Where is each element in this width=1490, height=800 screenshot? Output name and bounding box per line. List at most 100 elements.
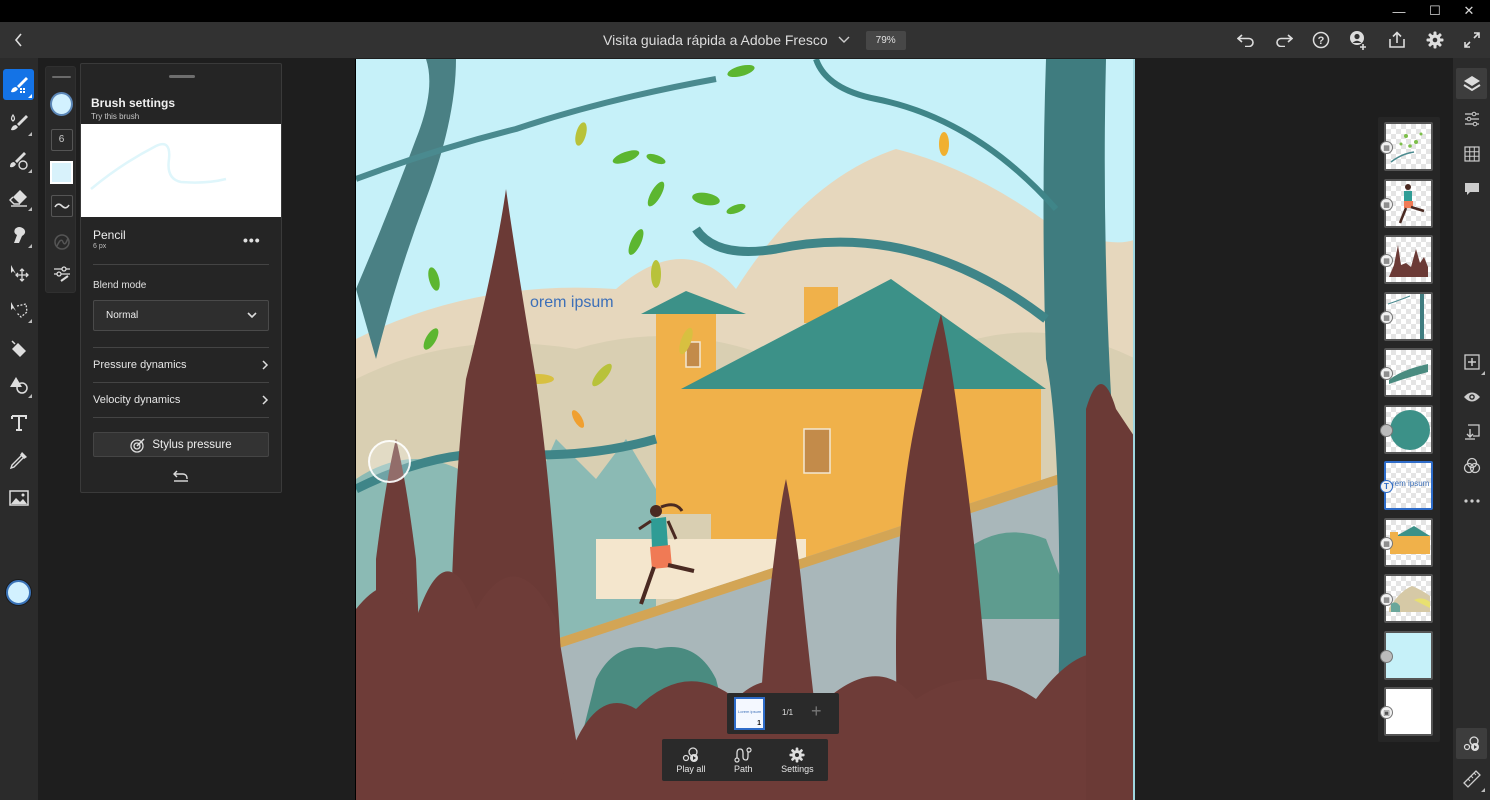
chevron-down-icon[interactable] [838, 36, 850, 44]
smudge-icon [13, 226, 25, 243]
brush-preview-button[interactable] [50, 161, 73, 184]
comments-button[interactable] [1456, 173, 1487, 204]
motion-toolbar: Play all Path Settings [662, 739, 828, 781]
comment-icon [1464, 182, 1479, 195]
brush-color-button[interactable] [50, 91, 73, 116]
brush-size-label: 6 px [93, 243, 107, 250]
layer-visibility-button[interactable] [1456, 381, 1487, 412]
blend-circles-icon [1463, 457, 1480, 473]
tool-pixel-brush[interactable] [3, 69, 34, 100]
panel-drag-handle[interactable] [169, 75, 195, 78]
add-frame-button[interactable]: + [811, 701, 822, 722]
wave-stroke-icon [53, 202, 70, 209]
brush-try-area[interactable] [81, 124, 281, 217]
text-layer-thumb: rem ipsum [1392, 479, 1430, 488]
submenu-indicator [1481, 371, 1485, 375]
motion-settings-button[interactable]: Settings [781, 746, 814, 774]
brush-smoothing-button[interactable] [50, 230, 73, 253]
color-picker-swatch[interactable] [6, 580, 31, 605]
ruler-icon [1462, 769, 1481, 788]
stylus-pressure-label: Stylus pressure [152, 438, 232, 451]
minimize-button[interactable]: — [1382, 0, 1416, 22]
layers-button[interactable] [1456, 68, 1487, 99]
layer-type-badge: ▦ [1380, 311, 1393, 324]
tool-type[interactable] [3, 407, 34, 438]
frame-thumb-text: Lorem ipsum [738, 709, 762, 714]
tool-vector-brush[interactable] [3, 144, 34, 175]
reset-brush-button[interactable] [172, 469, 190, 483]
tool-smudge[interactable] [3, 219, 34, 250]
stylus-pressure-button[interactable]: Stylus pressure [93, 432, 269, 457]
blend-mode-select[interactable]: Normal [93, 300, 269, 331]
merge-down-button[interactable] [1456, 416, 1487, 447]
fullscreen-button[interactable] [1460, 28, 1484, 52]
zoom-level[interactable]: 79% [865, 30, 906, 50]
grid-button[interactable] [1456, 138, 1487, 169]
brush-stroke-button[interactable] [50, 194, 73, 217]
eye-icon [1463, 392, 1480, 401]
tool-selection[interactable] [3, 294, 34, 325]
add-layer-icon [1463, 353, 1480, 370]
submenu-indicator [28, 169, 32, 173]
back-button[interactable] [8, 28, 30, 52]
tool-live-brush[interactable] [3, 107, 34, 138]
undo-button[interactable] [1234, 28, 1258, 52]
motion-button[interactable] [1456, 728, 1487, 759]
path-button[interactable]: Path [734, 746, 752, 774]
maximize-icon: ☐ [1429, 3, 1441, 18]
blend-mode-button[interactable] [1456, 450, 1487, 481]
velocity-dynamics-row[interactable]: Velocity dynamics [93, 388, 269, 412]
velocity-dynamics-label: Velocity dynamics [93, 394, 181, 406]
maximize-button[interactable]: ☐ [1418, 0, 1452, 22]
brush-settings-button[interactable] [50, 262, 73, 285]
house-window [803, 428, 831, 474]
document-title[interactable]: Visita guiada rápida a Adobe Fresco [603, 32, 828, 48]
close-button[interactable]: ✕ [1452, 0, 1486, 22]
minimize-icon: — [1392, 3, 1406, 19]
share-button[interactable] [1385, 28, 1409, 52]
panel-title: Brush settings [91, 96, 176, 110]
layer-properties-button[interactable] [1456, 103, 1487, 134]
settings-button[interactable] [1423, 28, 1447, 52]
artwork [356, 59, 1133, 800]
tool-shapes[interactable] [3, 369, 34, 400]
more-options-button[interactable] [1456, 485, 1487, 516]
svg-text:?: ? [1318, 35, 1325, 47]
pressure-dynamics-row[interactable]: Pressure dynamics [93, 353, 269, 377]
pressure-dynamics-label: Pressure dynamics [93, 359, 187, 371]
tool-eraser[interactable] [3, 182, 34, 213]
transform-icon [10, 264, 29, 282]
play-all-label: Play all [676, 763, 706, 774]
tool-fill[interactable] [3, 332, 34, 363]
divider [93, 264, 269, 265]
layer-type-badge: ▦ [1380, 254, 1393, 267]
right-edge-tree [1086, 384, 1133, 800]
submenu-indicator [28, 394, 32, 398]
invite-button[interactable] [1346, 28, 1370, 52]
motion-path-icon [734, 746, 752, 763]
tool-transform[interactable] [3, 257, 34, 288]
window-title-bar: — ☐ ✕ [0, 0, 1490, 22]
layers-icon [1462, 75, 1481, 91]
brush-name: Pencil [93, 228, 126, 242]
frame-thumbnail[interactable]: Lorem ipsum 1 [734, 697, 765, 730]
help-button[interactable]: ? [1309, 28, 1333, 52]
tool-place-image[interactable] [3, 482, 34, 513]
share-icon [1389, 31, 1405, 48]
add-layer-button[interactable] [1456, 346, 1487, 377]
layer-type-badge [1380, 650, 1393, 663]
brush-size-button[interactable]: 6 [50, 128, 73, 151]
drawing-canvas[interactable]: orem ipsum [355, 59, 1135, 800]
brush-subtool-rail: 6 [45, 66, 76, 293]
drag-handle[interactable] [52, 76, 71, 78]
canvas-text-layer[interactable]: orem ipsum [530, 294, 614, 312]
brush-color-swatch [50, 91, 73, 116]
ruler-button[interactable] [1456, 763, 1487, 794]
tool-eyedropper[interactable] [3, 444, 34, 475]
gear-icon [789, 746, 805, 763]
redo-button[interactable] [1272, 28, 1296, 52]
play-all-button[interactable]: Play all [676, 746, 706, 774]
live-brush-icon [10, 113, 28, 130]
brush-settings-panel: Brush settings Try this brush Pencil 6 p… [80, 63, 282, 493]
brush-more-button[interactable]: ••• [243, 232, 261, 248]
